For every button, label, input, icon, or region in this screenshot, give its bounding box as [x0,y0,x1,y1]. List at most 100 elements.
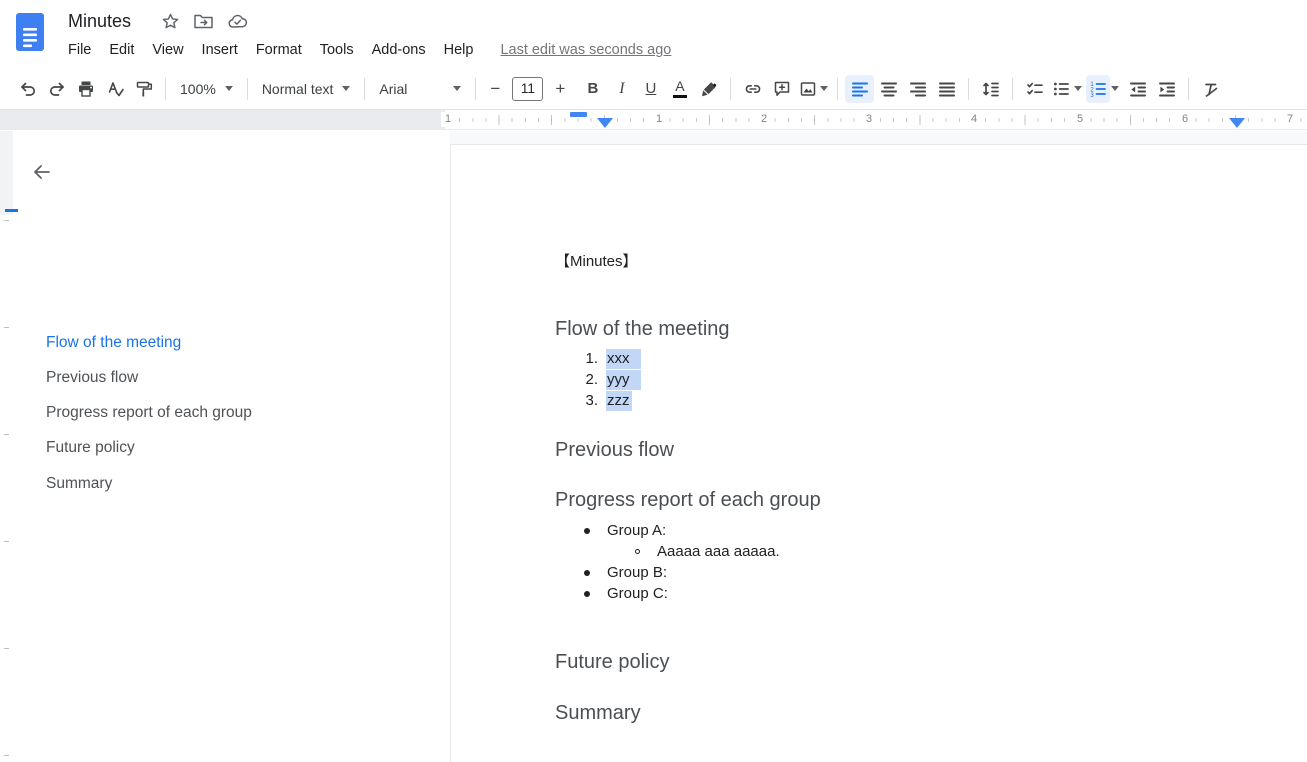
toolbar-separator [247,78,248,100]
chevron-down-icon [342,86,350,95]
selected-text[interactable]: zzz [606,391,632,411]
doc-heading-progress[interactable]: Progress report of each group [555,487,821,513]
close-outline-icon[interactable] [27,157,57,187]
insert-image-icon[interactable] [796,75,820,103]
menu-tools[interactable]: Tools [311,42,363,58]
paragraph-style-select[interactable]: Normal text [255,75,358,103]
move-folder-icon[interactable] [193,12,214,31]
increase-font-size-button[interactable]: + [548,75,572,103]
align-center-button[interactable] [874,75,903,103]
chevron-down-icon [453,86,461,95]
outline-item-flow-of-the-meeting[interactable]: Flow of the meeting [46,331,181,354]
last-edit-link[interactable]: Last edit was seconds ago [500,42,671,58]
menu-view[interactable]: View [143,42,192,58]
undo-icon[interactable] [13,75,42,103]
ruler-number: 4 [967,112,981,127]
google-docs-window: Minutes [0,0,1307,762]
numbered-list-button[interactable]: 123 [1086,75,1110,103]
zoom-select[interactable]: 100% [173,75,240,103]
clear-formatting-icon[interactable] [1196,75,1225,103]
menu-file[interactable]: File [59,42,100,58]
numbered-list-item[interactable]: 2. yyy [555,369,641,390]
horizontal-ruler[interactable]: 1 1 2 3 4 5 6 7 [0,110,1307,130]
outline-item-future-policy[interactable]: Future policy [46,436,135,459]
doc-heading-summary[interactable]: Summary [555,700,641,726]
decrease-indent-icon[interactable] [1123,75,1152,103]
outline-item-progress-report[interactable]: Progress report of each group [46,401,252,424]
align-left-button[interactable] [845,75,874,103]
toolbar: 100% Normal text Arial − 11 + B I U A [0,68,1307,110]
list-number: 2. [555,369,598,390]
align-right-button[interactable] [903,75,932,103]
ruler-number: 5 [1073,112,1087,127]
insert-image-chevron-icon[interactable] [820,86,828,95]
right-indent-marker[interactable] [1229,118,1245,128]
line-spacing-icon[interactable] [976,75,1005,103]
document-page[interactable]: 【Minutes】 Flow of the meeting 1. xxx 2. yy… [450,144,1307,762]
menu-help[interactable]: Help [435,42,483,58]
ruler-number: 7 [1283,112,1297,127]
underline-button[interactable]: U [636,75,665,103]
svg-text:3: 3 [1091,93,1095,99]
bullet-sub-item[interactable]: Aaaaa aaa aaaaa. [555,541,780,562]
doc-heading-previous[interactable]: Previous flow [555,437,674,463]
bulleted-list-chevron-icon[interactable] [1074,86,1082,95]
bulleted-list-icon[interactable] [1049,75,1073,103]
toolbar-separator [1188,78,1189,100]
toolbar-separator [837,78,838,100]
toolbar-separator [364,78,365,100]
spell-check-icon[interactable] [100,75,129,103]
bullet-list-item[interactable]: Group A: [555,520,666,541]
decrease-font-size-button[interactable]: − [483,75,507,103]
bullet-icon [584,528,590,534]
vertical-ruler-margin-zone [0,131,13,215]
selected-text[interactable]: yyy [606,370,641,390]
menu-insert[interactable]: Insert [193,42,247,58]
highlight-color-icon[interactable] [694,75,723,103]
document-title[interactable]: Minutes [68,11,131,32]
numbered-list-item[interactable]: 1. xxx [555,348,641,369]
toolbar-separator [475,78,476,100]
menu-addons[interactable]: Add-ons [363,42,435,58]
menu-edit[interactable]: Edit [100,42,143,58]
doc-heading-flow[interactable]: Flow of the meeting [555,316,730,342]
checklist-icon[interactable] [1020,75,1049,103]
font-family-select[interactable]: Arial [372,75,468,103]
doc-intro-line[interactable]: 【Minutes】 [555,250,638,271]
text-color-button[interactable]: A [665,75,694,103]
left-indent-marker[interactable] [597,118,613,128]
menu-bar: File Edit View Insert Format Tools Add-o… [59,37,671,63]
redo-icon[interactable] [42,75,71,103]
title-bar: Minutes [0,0,1307,68]
print-icon[interactable] [71,75,100,103]
bullet-list-item[interactable]: Group B: [555,562,667,583]
selected-text[interactable]: xxx [606,349,641,369]
doc-heading-future[interactable]: Future policy [555,649,670,675]
ruler-number: 1 [441,112,455,127]
cloud-saved-icon[interactable] [227,12,249,31]
toolbar-separator [968,78,969,100]
vertical-ruler [0,131,13,762]
ruler-number: 6 [1178,112,1192,127]
add-comment-icon[interactable] [767,75,796,103]
font-size-input[interactable]: 11 [512,77,543,101]
italic-button[interactable]: I [607,75,636,103]
star-icon[interactable] [161,12,180,31]
list-number: 1. [555,348,598,369]
increase-indent-icon[interactable] [1152,75,1181,103]
outline-item-summary[interactable]: Summary [46,472,112,495]
numbered-list-item[interactable]: 3. zzz [555,390,632,411]
numbered-list-chevron-icon[interactable] [1111,86,1119,95]
first-line-indent-marker[interactable] [570,112,587,117]
bullet-list-item[interactable]: Group C: [555,583,668,604]
list-number: 3. [555,390,598,411]
insert-link-icon[interactable] [738,75,767,103]
paint-format-icon[interactable] [129,75,158,103]
bold-button[interactable]: B [578,75,607,103]
toolbar-separator [1012,78,1013,100]
docs-logo-icon[interactable] [16,13,44,51]
justify-button[interactable] [932,75,961,103]
outline-item-previous-flow[interactable]: Previous flow [46,366,138,389]
menu-format[interactable]: Format [247,42,311,58]
ruler-number: 2 [757,112,771,127]
